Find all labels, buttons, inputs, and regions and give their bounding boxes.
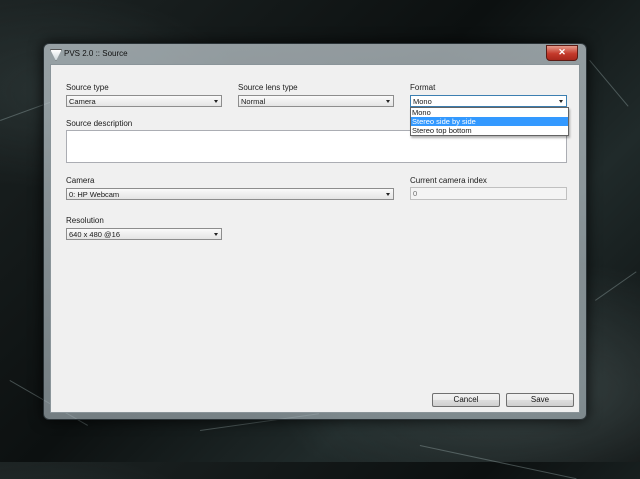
format-option-mono[interactable]: Mono — [411, 108, 568, 117]
save-button[interactable]: Save — [506, 393, 574, 407]
pvs-app-icon — [50, 49, 62, 61]
source-type-label: Source type — [66, 83, 109, 92]
resolution-select[interactable]: 640 x 480 @16 — [66, 228, 222, 240]
chevron-down-icon — [386, 100, 390, 103]
close-button[interactable]: ✕ — [546, 45, 578, 61]
source-description-label: Source description — [66, 119, 133, 128]
source-lens-type-select[interactable]: Normal — [238, 95, 394, 107]
source-lens-type-label: Source lens type — [238, 83, 298, 92]
current-camera-index-field[interactable]: 0 — [410, 187, 567, 200]
format-select[interactable]: Mono — [410, 95, 567, 107]
title-bar[interactable]: PVS 2.0 :: Source ✕ — [44, 44, 586, 64]
source-type-value: Camera — [69, 97, 96, 106]
resolution-value: 640 x 480 @16 — [69, 230, 120, 239]
format-option-stereo-side-by-side[interactable]: Stereo side by side — [411, 117, 568, 126]
camera-label: Camera — [66, 176, 95, 185]
chevron-down-icon — [214, 233, 218, 236]
format-label: Format — [410, 83, 436, 92]
source-dialog: PVS 2.0 :: Source ✕ Source type Camera S… — [43, 43, 587, 420]
dialog-client-area: Source type Camera Source lens type Norm… — [50, 64, 580, 413]
chevron-down-icon — [214, 100, 218, 103]
chevron-down-icon — [559, 100, 563, 103]
resolution-label: Resolution — [66, 216, 104, 225]
cancel-button[interactable]: Cancel — [432, 393, 500, 407]
camera-select[interactable]: 0: HP Webcam — [66, 188, 394, 200]
format-dropdown-list: Mono Stereo side by side Stereo top bott… — [410, 107, 569, 136]
camera-value: 0: HP Webcam — [69, 190, 120, 199]
chevron-down-icon — [386, 193, 390, 196]
window-title: PVS 2.0 :: Source — [64, 49, 128, 58]
current-camera-index-label: Current camera index — [410, 176, 487, 185]
format-option-stereo-top-bottom[interactable]: Stereo top bottom — [411, 126, 568, 135]
format-value: Mono — [413, 97, 432, 106]
source-lens-type-value: Normal — [241, 97, 266, 106]
source-type-select[interactable]: Camera — [66, 95, 222, 107]
